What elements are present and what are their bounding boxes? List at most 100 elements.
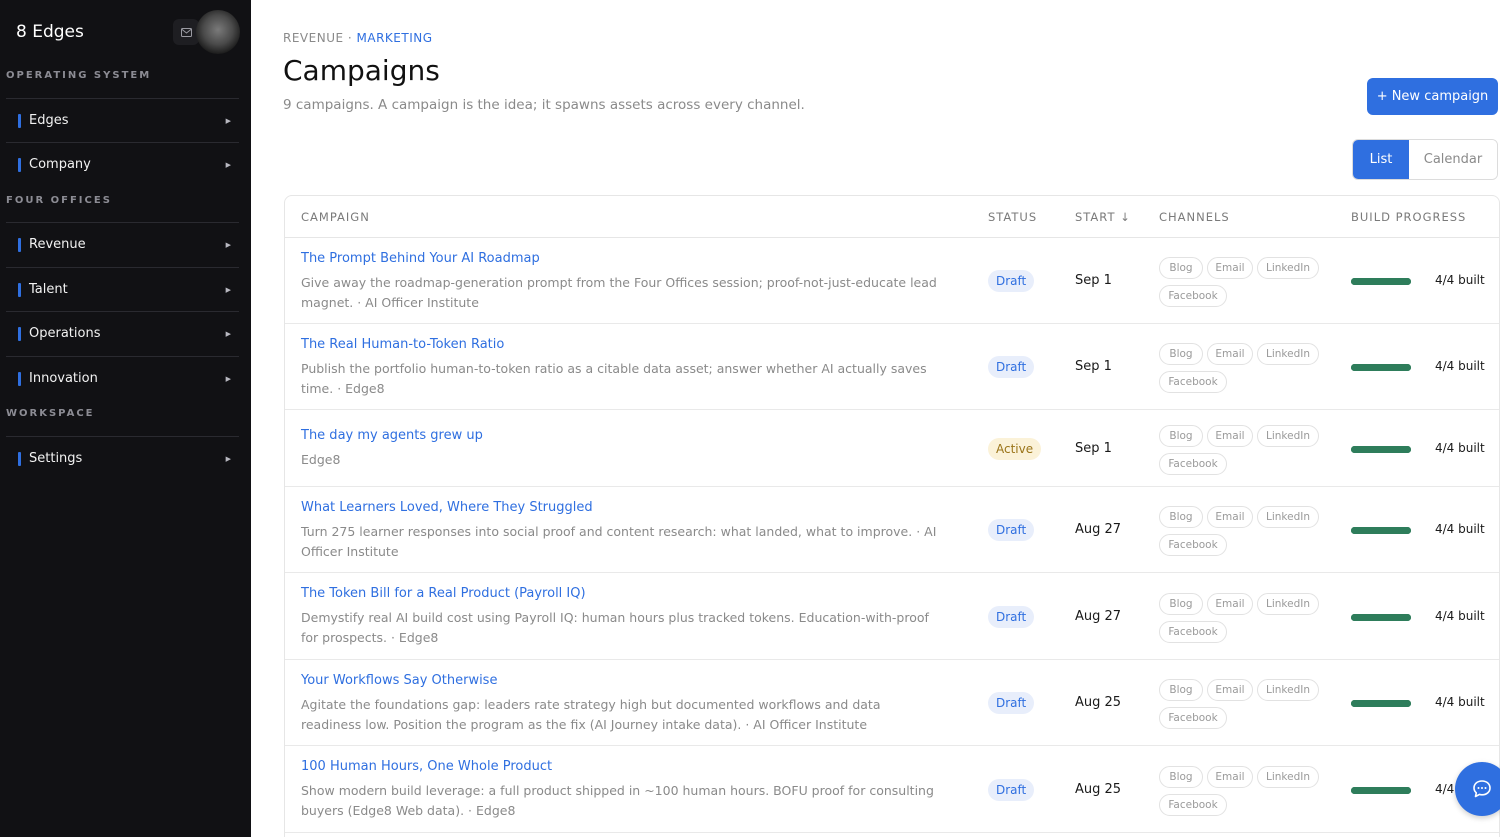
campaign-title-link[interactable]: 100 Human Hours, One Whole Product [301,759,552,774]
campaign-title-link[interactable]: The Real Human-to-Token Ratio [301,337,504,352]
start-date: Sep 1 [1075,359,1112,374]
build-progress-fill [1351,278,1411,285]
channel-chip-linkedin: LinkedIn [1257,343,1319,365]
build-progress-fill [1351,700,1411,707]
sidebar-item-label: Settings [29,451,83,466]
build-progress-label: 4/4 built [1435,608,1485,623]
channel-chip-facebook: Facebook [1159,793,1227,816]
sidebar-item-settings[interactable]: Settings ▶ [6,436,239,480]
page-subtitle: 9 campaigns. A campaign is the idea; it … [283,97,805,113]
tab-calendar[interactable]: Calendar [1409,140,1497,179]
sidebar-item-edges[interactable]: Edges ▶ [6,98,239,142]
campaign-description: Publish the portfolio human-to-token rat… [301,361,927,396]
chat-button[interactable] [1455,762,1500,816]
channel-chip-facebook: Facebook [1159,285,1227,307]
table-row[interactable]: The Real Human-to-Token Ratio Publish the… [285,324,1499,410]
chevron-right-icon: ▶ [225,329,231,338]
build-progress-bar [1351,700,1411,707]
breadcrumb: REVENUE · MARKETING [283,31,433,45]
channel-chip-linkedin: LinkedIn [1257,592,1319,615]
tab-list[interactable]: List [1353,140,1409,179]
column-header-status: STATUS [988,210,1038,224]
section-label-four-offices: FOUR OFFICES [6,195,112,206]
build-progress-label: 4/4 built [1435,522,1485,536]
nav-marker [18,237,21,252]
start-date: Aug 25 [1075,781,1122,797]
channel-chip-email: Email [1207,506,1253,528]
channel-chip-facebook: Facebook [1159,452,1227,475]
start-date: Sep 1 [1075,273,1112,288]
view-toggle: List Calendar [1352,139,1498,180]
build-progress-bar [1351,364,1411,371]
column-header-start[interactable]: START ↓ [1075,210,1131,224]
start-date: Aug 25 [1075,695,1122,710]
avatar[interactable] [196,10,240,54]
sidebar-item-talent[interactable]: Talent ▶ [6,267,239,311]
campaigns-table: CAMPAIGN STATUS START ↓ CHANNELS BUILD P… [284,195,1500,837]
campaign-title-link[interactable]: What Learners Loved, Where They Struggle… [301,500,593,515]
table-row[interactable]: Your Workflows Say Otherwise Agitate the … [285,660,1499,746]
sidebar-item-label: Edges [29,113,69,128]
new-campaign-button[interactable]: + New campaign [1367,78,1498,115]
status-badge: Draft [988,356,1035,378]
breadcrumb-current[interactable]: MARKETING [357,31,433,45]
nav-marker [18,326,21,341]
channel-chip-linkedin: LinkedIn [1257,424,1319,447]
campaign-description: Show modern build leverage: a full produ… [301,783,934,818]
build-progress-bar [1351,613,1411,621]
chevron-right-icon: ▶ [225,454,231,463]
channel-chip-facebook: Facebook [1159,707,1227,729]
sidebar-item-revenue[interactable]: Revenue ▶ [6,222,239,266]
sidebar-item-label: Operations [29,326,101,341]
nav-marker [18,157,21,172]
campaign-description: Edge8 [301,452,341,467]
table-row[interactable]: The Prompt Behind Your AI Roadmap Give aw… [285,238,1499,324]
campaign-title-link[interactable]: The Prompt Behind Your AI Roadmap [301,251,540,266]
channel-chip-facebook: Facebook [1159,534,1227,556]
channel-chip-email: Email [1207,765,1253,788]
channel-chip-email: Email [1207,424,1253,447]
section-label-workspace: WORKSPACE [6,408,95,419]
sidebar: 8 Edges OPERATING SYSTEM Edges ▶ Company… [0,0,251,837]
sidebar-item-label: Talent [29,282,68,297]
build-progress-label: 4/4 built [1435,695,1485,709]
table-row[interactable]: The day my agents grew up Edge8 Active Sep … [285,410,1499,487]
campaign-title-link[interactable]: The day my agents grew up [301,428,483,443]
channel-chip-email: Email [1207,592,1253,615]
channel-chip-facebook: Facebook [1159,371,1227,393]
channel-chip-facebook: Facebook [1159,620,1227,643]
status-badge: Active [988,437,1042,460]
campaign-description: Give away the roadmap-generation prompt … [301,275,937,310]
status-badge: Draft [988,778,1035,801]
build-progress-bar [1351,786,1411,794]
channel-chip-blog: Blog [1159,506,1203,528]
breadcrumb-separator: · [343,31,357,45]
campaign-title-link[interactable]: Your Workflows Say Otherwise [301,673,497,688]
column-header-channels: CHANNELS [1159,210,1230,224]
sidebar-item-innovation[interactable]: Innovation ▶ [6,356,239,400]
chat-icon [1473,780,1491,798]
table-row[interactable]: What Learners Loved, Where They Struggle… [285,487,1499,573]
build-progress-bar [1351,278,1411,285]
channel-chip-linkedin: LinkedIn [1257,257,1319,279]
breadcrumb-root[interactable]: REVENUE [283,31,344,45]
channel-chip-linkedin: LinkedIn [1257,765,1319,788]
nav-marker [18,113,21,128]
sidebar-item-label: Company [29,157,91,172]
sidebar-item-operations[interactable]: Operations ▶ [6,311,239,355]
build-progress-label: 4/4 built [1435,440,1485,455]
campaign-title-link[interactable]: The Token Bill for a Real Product (Payro… [301,586,586,601]
table-row[interactable]: 100 Human Hours, One Whole Product Show m… [285,746,1499,833]
table-header: CAMPAIGN STATUS START ↓ CHANNELS BUILD P… [285,196,1499,238]
brand-name: 8 Edges [16,22,84,42]
status-badge: Draft [988,270,1035,292]
start-date: Sep 1 [1075,440,1112,456]
status-badge: Draft [988,605,1035,628]
build-progress-fill [1351,527,1411,534]
sidebar-item-label: Revenue [29,237,86,252]
chevron-right-icon: ▶ [225,116,231,125]
table-row[interactable]: The Token Bill for a Real Product (Payro… [285,573,1499,660]
build-progress-label: 4/4 built [1435,273,1485,287]
channel-chip-blog: Blog [1159,343,1203,365]
sidebar-item-company[interactable]: Company ▶ [6,142,239,186]
